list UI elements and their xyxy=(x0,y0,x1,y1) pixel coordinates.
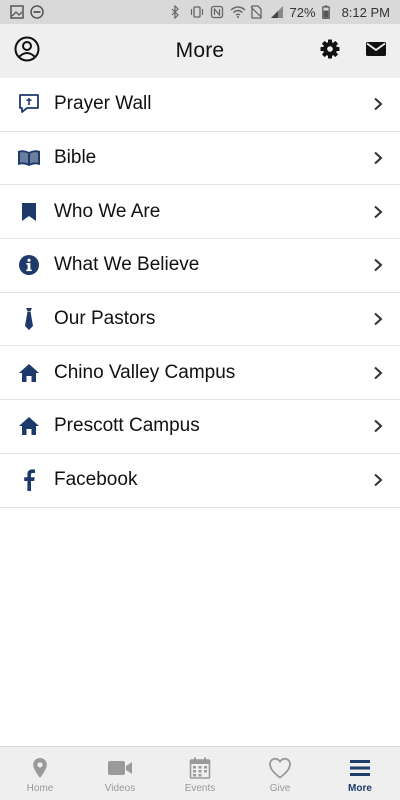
vibrate-icon xyxy=(190,5,204,19)
signal-icon xyxy=(270,5,284,19)
prayer-wall-icon xyxy=(17,92,41,116)
tab-label: Events xyxy=(184,782,216,794)
info-icon xyxy=(17,253,41,277)
menu-item-label: Chino Valley Campus xyxy=(54,361,236,383)
chevron-right-icon xyxy=(372,366,384,380)
chevron-right-icon xyxy=(372,419,384,433)
menu-item-label: Prescott Campus xyxy=(54,415,200,437)
menu-item-label: Who We Are xyxy=(54,200,161,222)
battery-percent: 72% xyxy=(289,4,316,20)
menu-item-label: Our Pastors xyxy=(54,308,156,330)
bottom-nav: Home Videos Events Give More xyxy=(0,746,400,800)
account-icon xyxy=(14,36,40,67)
menu-item-prayer-wall[interactable]: Prayer Wall xyxy=(0,78,400,132)
tie-icon xyxy=(17,307,41,331)
account-button[interactable] xyxy=(13,36,41,67)
tab-home[interactable]: Home xyxy=(0,747,80,800)
battery-icon xyxy=(321,5,336,19)
tab-label: Give xyxy=(269,782,291,794)
chevron-right-icon xyxy=(372,151,384,165)
status-right: 72% 8:12 PM xyxy=(170,5,390,20)
menu-item-label: What We Believe xyxy=(54,254,200,276)
chevron-right-icon xyxy=(372,258,384,272)
bluetooth-icon xyxy=(170,4,184,20)
menu-item-facebook[interactable]: Facebook xyxy=(0,453,400,508)
clock: 8:12 PM xyxy=(341,4,390,20)
status-bar: 72% 8:12 PM xyxy=(0,0,400,24)
video-camera-icon xyxy=(107,756,133,780)
menu-item-label: Facebook xyxy=(54,469,138,491)
tab-label: Home xyxy=(26,782,54,794)
status-left xyxy=(10,5,44,19)
settings-button[interactable] xyxy=(316,37,344,65)
page-title: More xyxy=(175,39,225,62)
tab-events[interactable]: Events xyxy=(160,747,240,800)
menu-item-what-we-believe[interactable]: What We Believe xyxy=(0,239,400,293)
gear-icon xyxy=(320,39,340,64)
wifi-icon xyxy=(230,5,246,19)
location-pin-icon xyxy=(27,756,53,780)
bookmark-icon xyxy=(17,200,41,224)
bible-icon xyxy=(17,146,41,170)
chevron-right-icon xyxy=(372,473,384,487)
home-icon xyxy=(17,414,41,438)
menu-item-bible[interactable]: Bible xyxy=(0,131,400,186)
tab-give[interactable]: Give xyxy=(240,747,320,800)
tab-label: More xyxy=(348,782,372,794)
menu-item-our-pastors[interactable]: Our Pastors xyxy=(0,292,400,347)
heart-icon xyxy=(267,756,293,780)
menu-item-label: Bible xyxy=(54,147,97,169)
menu-item-chino-valley-campus[interactable]: Chino Valley Campus xyxy=(0,346,400,401)
menu-icon xyxy=(347,756,373,780)
facebook-icon xyxy=(17,468,41,492)
chevron-right-icon xyxy=(372,205,384,219)
mail-button[interactable] xyxy=(362,37,390,65)
calendar-icon xyxy=(187,756,213,780)
menu-list: Prayer Wall Bible Who We Are What We Bel… xyxy=(0,78,400,508)
no-sim-icon xyxy=(250,5,264,19)
app-bar: More xyxy=(0,24,400,78)
tab-label: Videos xyxy=(104,782,136,794)
nfc-icon xyxy=(210,5,224,19)
chevron-right-icon xyxy=(372,312,384,326)
tab-videos[interactable]: Videos xyxy=(80,747,160,800)
envelope-icon xyxy=(365,40,387,63)
image-icon xyxy=(10,5,24,19)
chevron-right-icon xyxy=(372,97,384,111)
menu-item-label: Prayer Wall xyxy=(54,93,152,115)
do-not-disturb-icon xyxy=(30,5,44,19)
menu-item-prescott-campus[interactable]: Prescott Campus xyxy=(0,400,400,454)
menu-item-who-we-are[interactable]: Who We Are xyxy=(0,185,400,240)
tab-more[interactable]: More xyxy=(320,747,400,800)
home-icon xyxy=(17,361,41,385)
